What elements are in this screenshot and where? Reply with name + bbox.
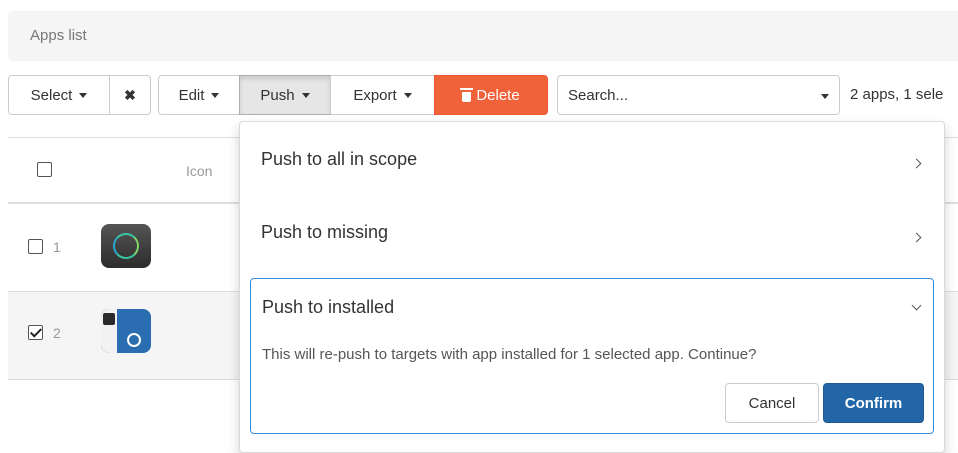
chevron-right-icon <box>911 232 922 243</box>
breadcrumb: Apps list <box>8 11 958 61</box>
caret-down-icon <box>79 92 88 98</box>
column-header-icon: Icon <box>186 163 213 179</box>
trash-icon <box>460 87 474 102</box>
delete-button[interactable]: Delete <box>434 75 548 115</box>
search-select[interactable]: Search... <box>557 75 840 115</box>
delete-label: Delete <box>476 86 520 104</box>
selection-count: 2 apps, 1 sele <box>850 86 944 103</box>
menu-item-label: Push to missing <box>261 222 389 242</box>
row-checkbox[interactable] <box>28 239 43 254</box>
push-label: Push <box>260 86 295 104</box>
sync-app-icon <box>101 224 151 268</box>
select-dropdown-button[interactable]: Select <box>8 75 110 115</box>
menu-item-push-to-missing[interactable]: Push to missing <box>240 196 944 266</box>
close-icon: ✖ <box>124 86 136 103</box>
menu-item-label: Push to installed <box>262 297 395 317</box>
caret-down-icon <box>821 94 829 99</box>
push-dropdown-button[interactable]: Push <box>239 75 331 115</box>
caret-down-icon <box>301 92 310 98</box>
push-dropdown-menu: Push to all in scope Push to missing Pus… <box>239 121 945 453</box>
caret-down-icon <box>403 92 412 98</box>
menu-item-label: Push to all in scope <box>261 149 418 169</box>
caret-down-icon <box>211 92 220 98</box>
chevron-right-icon <box>911 158 922 169</box>
menu-item-push-all-in-scope[interactable]: Push to all in scope <box>240 122 944 192</box>
cancel-button[interactable]: Cancel <box>725 383 819 423</box>
breadcrumb-title: Apps list <box>30 27 87 44</box>
clear-selection-button[interactable]: ✖ <box>109 75 151 115</box>
sync-ring-icon <box>113 233 139 259</box>
select-label: Select <box>30 86 73 104</box>
search-placeholder: Search... <box>568 87 629 104</box>
select-all-checkbox[interactable] <box>37 162 52 177</box>
menu-item-push-to-installed[interactable]: Push to installed This will re-push to t… <box>250 278 934 434</box>
person-icon <box>103 313 115 325</box>
chevron-down-icon <box>911 300 922 311</box>
globe-icon <box>127 333 141 347</box>
row-index: 2 <box>53 325 61 341</box>
row-checkbox-checked[interactable] <box>28 325 43 340</box>
export-label: Export <box>353 86 397 104</box>
confirm-button[interactable]: Confirm <box>823 383 924 423</box>
directory-globe-app-icon <box>101 309 151 353</box>
edit-label: Edit <box>178 86 205 104</box>
edit-dropdown-button[interactable]: Edit <box>158 75 240 115</box>
export-dropdown-button[interactable]: Export <box>330 75 435 115</box>
toolbar: Select ✖ Edit Push Export Delete Search.… <box>8 75 958 119</box>
confirm-message: This will re-push to targets with app in… <box>262 346 757 363</box>
row-index: 1 <box>53 239 61 255</box>
